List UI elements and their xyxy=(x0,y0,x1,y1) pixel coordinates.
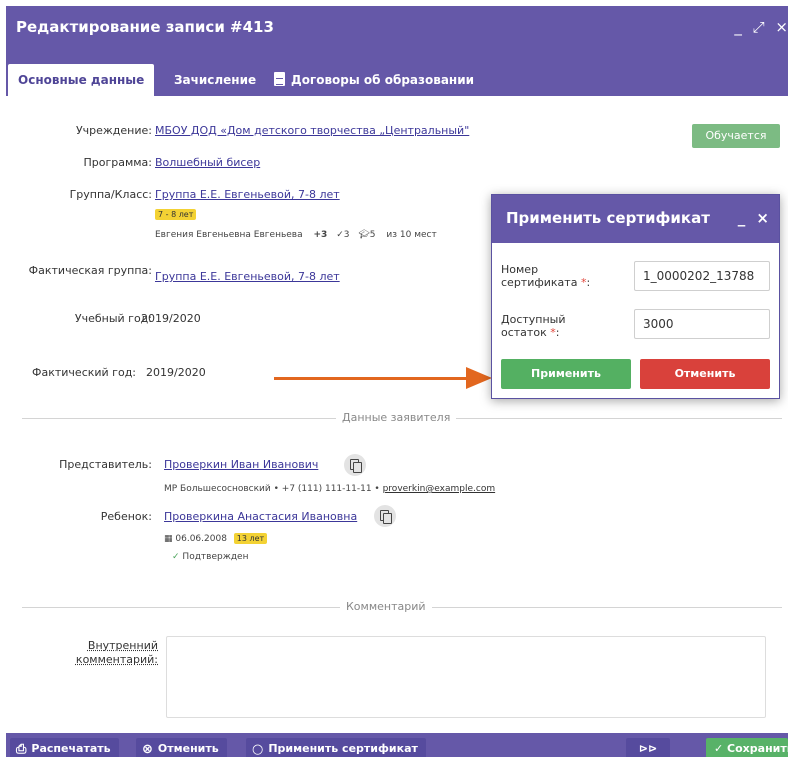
teacher-info: Евгения Евгеньевна Евгеньева xyxy=(155,230,303,240)
apply-certificate-label: Применить сертификат xyxy=(268,742,418,755)
apply-certificate-button[interactable]: ○ Применить сертификат xyxy=(246,738,426,757)
dialog-header: Применить сертификат _ × xyxy=(492,195,779,243)
tab-enrollment[interactable]: Зачисление xyxy=(164,64,266,96)
certificate-number-label: Номер сертификата *: xyxy=(501,263,611,289)
child-birthdate: 06.06.2008 xyxy=(175,534,227,544)
copy-icon[interactable] xyxy=(344,454,366,476)
child-link[interactable]: Проверкина Анастасия Ивановна xyxy=(164,510,357,523)
label-colon: : xyxy=(586,276,591,289)
print-button[interactable]: ⎙ Распечатать xyxy=(10,738,119,757)
arrow-line xyxy=(274,377,470,380)
study-year-label: Учебный год: xyxy=(74,312,152,325)
representative-details: МР Большесосновский • +7 (111) 111-11-11… xyxy=(164,484,495,494)
representative-email[interactable]: proverkin@example.com xyxy=(383,484,496,494)
actual-group-link[interactable]: Группа Е.Е. Евгеньевой, 7-8 лет xyxy=(155,270,340,283)
edit-record-window: Редактирование записи #413 _ ⤢ × Основны… xyxy=(6,6,788,757)
actual-year-value: 2019/2020 xyxy=(146,366,206,379)
check-icon: ✓ xyxy=(172,552,180,562)
comment-section-title: Комментарий xyxy=(340,600,432,613)
age-badge: 7 - 8 лет xyxy=(155,209,197,220)
next-button[interactable]: ⊳⊳ xyxy=(626,738,670,757)
child-label: Ребенок: xyxy=(100,510,152,523)
dialog-minimize-icon[interactable]: _ xyxy=(738,209,746,227)
arrow-head xyxy=(466,367,492,389)
label-colon: : xyxy=(555,326,560,339)
pdf-icon xyxy=(274,72,285,86)
balance-label: Доступный остаток *: xyxy=(501,313,611,339)
dialog-cancel-button[interactable]: Отменить xyxy=(640,359,770,389)
dialog-close-icon[interactable]: × xyxy=(756,209,769,227)
maximize-icon[interactable]: ⤢ xyxy=(753,18,765,36)
child-status: Подтвержден xyxy=(182,552,249,562)
study-year-value: 2019/2020 xyxy=(141,312,201,325)
program-link[interactable]: Волшебный бисер xyxy=(155,156,260,169)
tab-contracts-label: Договоры об образовании xyxy=(291,73,475,87)
cancel-circle-icon: ⊗ xyxy=(142,742,153,757)
group-label: Группа/Класс: xyxy=(69,188,152,201)
window-titlebar: Редактирование записи #413 _ ⤢ × xyxy=(6,6,788,52)
institution-link[interactable]: МБОУ ДОД «Дом детского творчества „Центр… xyxy=(155,124,469,137)
child-status-row: ✓ Подтвержден xyxy=(172,552,248,562)
graduation-cap-icon: 🎓︎ xyxy=(358,230,370,240)
copy-icon[interactable] xyxy=(374,505,396,527)
dialog-controls: _ × xyxy=(732,209,769,227)
representative-link[interactable]: Проверкин Иван Иванович xyxy=(164,458,318,471)
program-label: Программа: xyxy=(83,156,152,169)
internal-comment-label: Внутренний комментарий: xyxy=(75,639,158,666)
calendar-icon: ▦ xyxy=(164,534,173,544)
representative-label: Представитель: xyxy=(59,458,152,471)
circle-icon: ○ xyxy=(252,742,264,757)
print-button-label: Распечатать xyxy=(31,742,111,755)
apply-certificate-dialog: Применить сертификат _ × Номер сертифика… xyxy=(491,194,780,399)
dialog-apply-button[interactable]: Применить xyxy=(501,359,631,389)
institution-label: Учреждение: xyxy=(75,124,152,137)
stat-places: из 10 мест xyxy=(386,230,437,240)
window-controls: _ ⤢ × xyxy=(728,18,788,36)
group-link[interactable]: Группа Е.Е. Евгеньевой, 7-8 лет xyxy=(155,188,340,201)
balance-input[interactable]: 3000 xyxy=(634,309,770,339)
child-details: ▦ 06.06.2008 13 лет xyxy=(164,533,268,544)
child-age-badge: 13 лет xyxy=(233,533,268,544)
footer-toolbar: ⎙ Распечатать ⊗ Отменить ○ Применить сертиф… xyxy=(6,733,788,757)
close-icon[interactable]: × xyxy=(775,18,788,36)
certificate-number-label-text: Номер сертификата xyxy=(501,263,578,289)
status-badge: Обучается xyxy=(692,124,780,148)
printer-icon: ⎙ xyxy=(16,742,27,757)
tab-main-data[interactable]: Основные данные xyxy=(8,64,155,96)
applicant-section-title: Данные заявителя xyxy=(336,411,457,424)
representative-contacts: МР Большесосновский • +7 (111) 111-11-11… xyxy=(164,484,380,494)
internal-comment-textarea[interactable] xyxy=(166,636,766,718)
window-title: Редактирование записи #413 xyxy=(16,18,274,36)
minimize-icon[interactable]: _ xyxy=(734,18,742,36)
actual-group-label: Фактическая группа: xyxy=(28,264,152,277)
stat-plus: +3 xyxy=(313,230,328,240)
cancel-button-label: Отменить xyxy=(157,742,219,755)
certificate-number-input[interactable]: 1_0000202_13788 xyxy=(634,261,770,291)
save-button[interactable]: ✓ Сохранить xyxy=(706,738,788,757)
stat-check: ✓3 xyxy=(336,230,350,240)
stat-grad: 5 xyxy=(369,230,376,240)
group-info-row: Евгения Евгеньевна Евгеньева +3 ✓3 🎓︎5 и… xyxy=(155,230,437,240)
tab-contracts[interactable]: Договоры об образовании xyxy=(264,64,484,96)
actual-year-label: Фактический год: xyxy=(32,366,136,379)
tab-bar: Основные данные Зачисление Договоры об о… xyxy=(6,52,788,96)
cancel-button[interactable]: ⊗ Отменить xyxy=(136,738,227,757)
dialog-title: Применить сертификат xyxy=(506,209,710,227)
